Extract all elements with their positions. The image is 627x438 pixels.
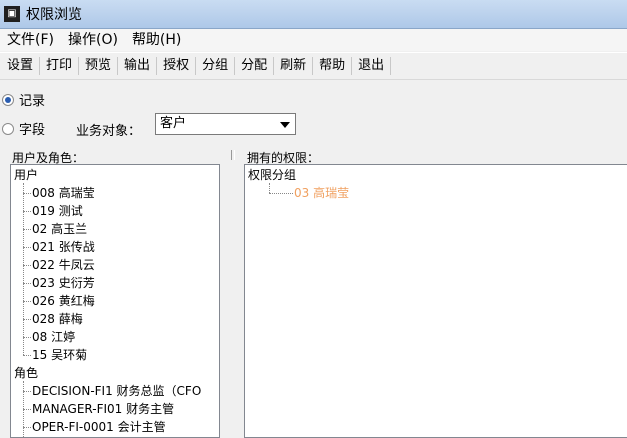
tree-connector [269,183,270,193]
authorize-button[interactable]: 授权 [158,54,194,78]
tree-node-user[interactable]: 028 薛梅 [32,310,83,328]
tree-node-user[interactable]: 026 黄红梅 [32,292,95,310]
help-button[interactable]: 帮助 [314,54,350,78]
settings-button[interactable]: 设置 [2,54,38,78]
preview-button[interactable]: 预览 [80,54,116,78]
field-radio-option[interactable]: 字段 [2,119,45,138]
tree-connector [23,247,31,248]
business-object-value: 客户 [160,116,187,131]
tree-connector [23,319,31,320]
title-bar: ▣ 权限浏览 [0,0,627,29]
tree-connector [23,265,31,266]
tree-node-role[interactable]: DECISION-FI1 财务总监（CFO [32,382,201,400]
print-button[interactable]: 打印 [41,54,77,78]
field-radio[interactable] [2,122,14,135]
assign-button[interactable]: 分配 [236,54,272,78]
tree-connector [23,229,31,230]
refresh-button[interactable]: 刷新 [275,54,311,78]
menu-operation[interactable]: 操作(O) [61,29,125,51]
tree-connector [23,409,31,410]
toolbar-separator [390,57,392,75]
toolbar-separator [351,57,353,75]
chevron-down-icon[interactable] [280,122,290,128]
business-object-select[interactable]: 客户 [155,113,296,135]
tree-node-permission[interactable]: 03 高瑞莹 [294,184,349,202]
tree-connector [23,337,31,338]
menu-help[interactable]: 帮助(H) [125,29,188,51]
tree-connector [23,355,31,356]
record-radio[interactable] [2,93,14,106]
toolbar-separator [195,57,197,75]
export-button[interactable]: 输出 [119,54,155,78]
permissions-tree[interactable]: 权限分组 03 高瑞莹 [244,164,627,438]
tree-node-user[interactable]: 15 吴环菊 [32,346,87,364]
users-roles-tree[interactable]: 用户 008 高瑞莹 019 测试 02 高玉兰 021 张传战 022 牛凤云… [10,164,220,438]
toolbar-separator [273,57,275,75]
tree-node-role[interactable]: OPER-FI-0001 会计主管 [32,418,166,436]
tree-connector [269,193,293,194]
tree-connector [23,391,31,392]
tree-node-roles-root[interactable]: 角色 [14,364,38,382]
splitter-handle[interactable] [231,150,235,160]
tree-node-users-root[interactable]: 用户 [14,166,38,184]
tree-connector [23,183,24,355]
record-radio-option[interactable]: 记录 [2,90,45,109]
tree-node-user[interactable]: 022 牛凤云 [32,256,95,274]
tree-node-permission-group[interactable]: 权限分组 [248,166,296,184]
record-radio-label: 记录 [19,94,46,109]
tree-connector [23,301,31,302]
menu-file[interactable]: 文件(F) [0,29,61,51]
exit-button[interactable]: 退出 [353,54,389,78]
toolbar-separator [312,57,314,75]
tree-connector [23,211,31,212]
toolbar-separator [156,57,158,75]
tree-node-user[interactable]: 02 高玉兰 [32,220,87,238]
tree-node-user[interactable]: 008 高瑞莹 [32,184,95,202]
toolbar-separator [39,57,41,75]
tree-node-user[interactable]: 023 史衍芳 [32,274,95,292]
tree-node-user[interactable]: 021 张传战 [32,238,95,256]
tree-connector [23,283,31,284]
menu-bar: 文件(F) 操作(O) 帮助(H) [0,29,627,51]
tree-node-user[interactable]: 019 测试 [32,202,83,220]
tree-node-user[interactable]: 08 江婷 [32,328,75,346]
toolbar-separator [234,57,236,75]
app-icon: ▣ [4,6,20,22]
tree-connector [23,427,31,428]
toolbar-separator [117,57,119,75]
window-title: 权限浏览 [26,7,82,23]
toolbar-separator [78,57,80,75]
business-object-label: 业务对象： [76,124,142,139]
tree-connector [23,193,31,194]
toolbar: 设置 打印 预览 输出 授权 分组 分配 刷新 帮助 退出 [0,52,627,80]
tree-node-role[interactable]: MANAGER-FI01 财务主管 [32,400,174,418]
group-button[interactable]: 分组 [197,54,233,78]
field-radio-label: 字段 [19,123,46,138]
